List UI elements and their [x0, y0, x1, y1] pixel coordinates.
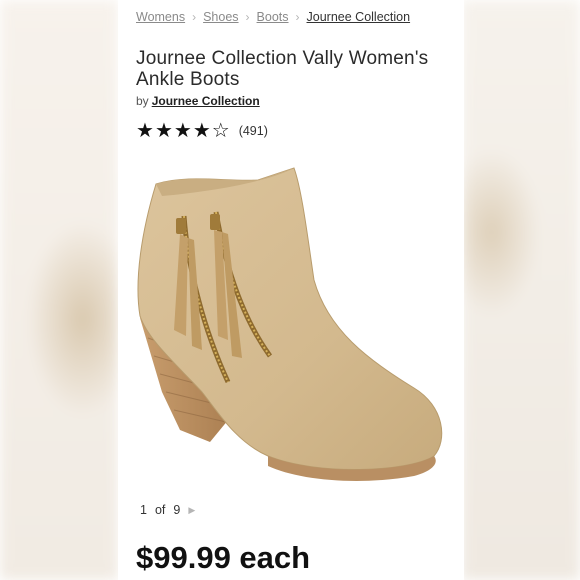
pager-of-label: of [154, 503, 166, 517]
breadcrumb-item-boots[interactable]: Boots [257, 10, 289, 24]
star-outline-icon: ☆ [211, 120, 230, 142]
star-filled-icon: ★ [173, 120, 192, 142]
product-card: Womens › Shoes › Boots › Journee Collect… [118, 0, 464, 580]
star-rating: ★ ★ ★ ★ ☆ [136, 121, 230, 141]
review-count[interactable]: (491) [239, 124, 268, 138]
play-next-icon[interactable]: ▶ [188, 505, 195, 516]
by-label: by [136, 94, 149, 108]
price: $99.99 each [136, 540, 311, 575]
breadcrumb: Womens › Shoes › Boots › Journee Collect… [136, 10, 410, 24]
pager-current: 1 [140, 503, 147, 517]
product-title: Journee Collection Vally Women's Ankle B… [136, 48, 429, 90]
brand-link[interactable]: Journee Collection [152, 94, 260, 108]
rating[interactable]: ★ ★ ★ ★ ☆ (491) [136, 121, 268, 141]
chevron-right-icon: › [192, 10, 197, 24]
breadcrumb-item-womens[interactable]: Womens [136, 10, 185, 24]
star-filled-icon: ★ [136, 120, 154, 142]
chevron-right-icon: › [245, 10, 250, 24]
breadcrumb-item-shoes[interactable]: Shoes [203, 10, 238, 24]
star-filled-icon: ★ [192, 120, 211, 142]
star-filled-icon: ★ [154, 120, 173, 142]
chevron-right-icon: › [295, 10, 300, 24]
brand-byline: by Journee Collection [136, 94, 260, 108]
image-pager: 1 of 9 ▶ [140, 503, 195, 517]
pager-total: 9 [173, 503, 181, 517]
product-image[interactable] [118, 160, 464, 490]
blurred-background-right [462, 0, 580, 580]
breadcrumb-item-journee-collection[interactable]: Journee Collection [307, 10, 411, 24]
blurred-background-left [0, 0, 118, 580]
